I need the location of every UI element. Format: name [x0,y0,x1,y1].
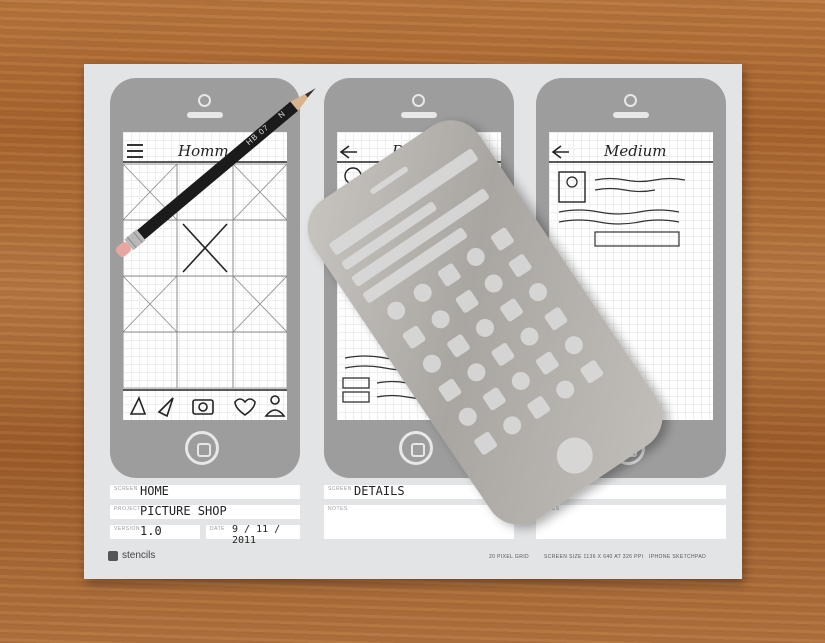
screen-name-field[interactable]: SCREEN HOME [110,484,300,499]
ui-stencils-logo [108,551,118,561]
screen-name-value-2: DETAILS [354,484,405,498]
home-button-icon [399,431,433,465]
home-button-icon [185,431,219,465]
project-value: PICTURE SHOP [140,504,227,518]
pad-name-label: IPHONE SKETCHPAD [649,554,707,560]
notes-field-2[interactable]: NOTES [324,505,514,539]
version-field[interactable]: VERSION 1.0 [110,524,200,539]
speaker-icon [198,94,211,107]
screen-name-value: HOME [140,484,169,498]
speaker-icon [624,94,637,107]
stencil-home-button-hole [549,430,600,481]
version-value: 1.0 [140,524,162,538]
phone-template-1: Homm [110,78,300,478]
screen-size-label: SCREEN SIZE 1136 X 640 AT 326 PPI [544,554,644,560]
date-field[interactable]: DATE 9 / 11 / 2011 [206,524,300,546]
notes-field-3[interactable]: NOTES [536,505,726,539]
screen-title-medium: Medium [604,142,667,160]
brand-name: stencils [122,550,156,561]
speaker-icon [412,94,425,107]
project-field[interactable]: PROJECT PICTURE SHOP [110,504,300,519]
grid-label: 20 PIXEL GRID [489,554,530,560]
date-value: 9 / 11 / 2011 [232,524,281,546]
